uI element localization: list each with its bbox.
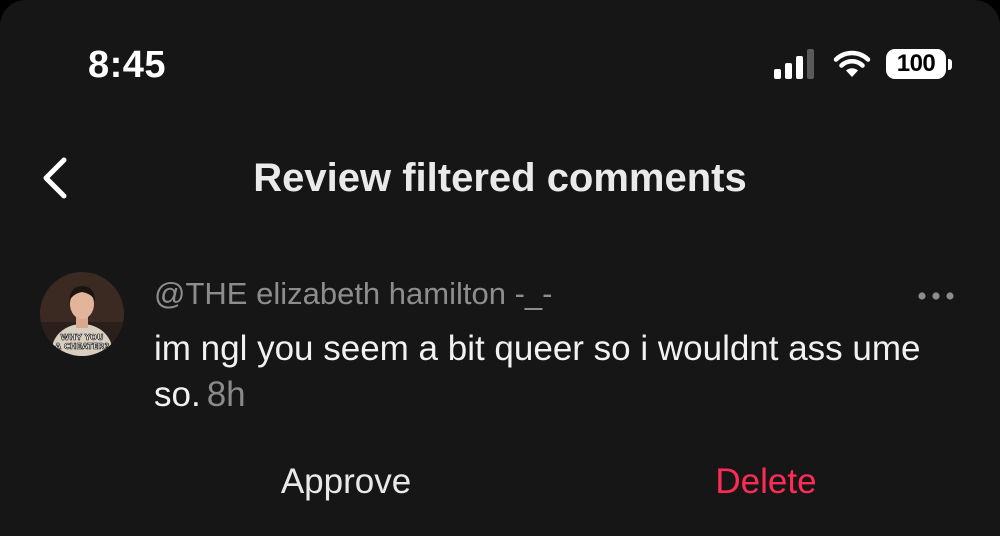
screen: 8:45 100 Review filtered comments WHY YO…	[0, 0, 1000, 536]
comment-body: im ngl you seem a bit queer so i wouldnt…	[154, 326, 954, 418]
battery-icon: 100	[886, 49, 952, 79]
battery-nub	[948, 58, 952, 70]
approve-button[interactable]: Approve	[230, 455, 462, 509]
status-time: 8:45	[88, 44, 167, 86]
page-title: Review filtered comments	[253, 156, 747, 200]
avatar[interactable]: WHY YOU A CHEATER?	[40, 272, 124, 356]
battery-level: 100	[886, 49, 946, 79]
more-button[interactable]	[916, 282, 956, 310]
avatar-caption-line1: WHY YOU	[61, 333, 104, 342]
comment-username[interactable]: @THE elizabeth hamilton -_-	[154, 274, 552, 314]
wifi-icon	[833, 50, 871, 77]
signal-icon	[774, 49, 814, 79]
delete-button[interactable]: Delete	[650, 455, 882, 509]
comment-text: im ngl you seem a bit queer so i wouldnt…	[154, 329, 921, 414]
status-icons: 100	[774, 46, 952, 82]
avatar-image: WHY YOU A CHEATER?	[40, 272, 124, 356]
comment-timestamp: 8h	[206, 375, 246, 414]
avatar-caption-line2: A CHEATER?	[55, 342, 110, 351]
more-horizontal-icon	[918, 292, 954, 300]
